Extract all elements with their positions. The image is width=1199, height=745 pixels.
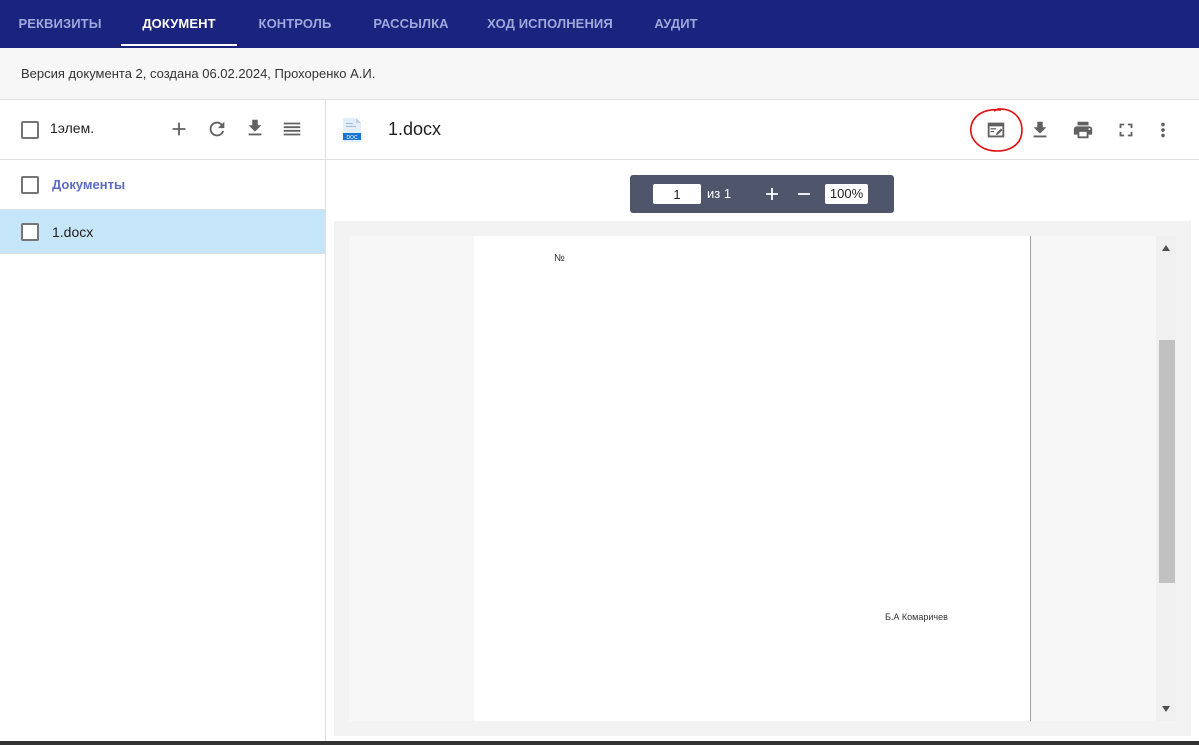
fullscreen-icon: [1119, 123, 1133, 137]
zoom-in-button[interactable]: [761, 183, 783, 205]
file-list-toolbar: 1элем.: [0, 100, 325, 160]
file-list-panel: 1элем. Документы 1.docx: [0, 100, 326, 745]
version-info: Версия документа 2, создана 06.02.2024, …: [21, 66, 376, 81]
add-button[interactable]: [164, 114, 194, 144]
document-frame: № Б.А Комаричев: [334, 221, 1191, 736]
download-icon: [1033, 121, 1047, 138]
group-header[interactable]: Документы: [0, 160, 325, 210]
page-number-input[interactable]: [653, 184, 701, 204]
version-bar: Версия документа 2, создана 06.02.2024, …: [0, 48, 1199, 100]
document-page: № Б.А Комаричев: [474, 236, 1031, 721]
tab-control[interactable]: Контроль: [237, 0, 353, 48]
list-item[interactable]: 1.docx: [0, 210, 325, 254]
top-tab-bar: Реквизиты Документ Контроль Рассылка Ход…: [0, 0, 1199, 48]
page-count-label: из 1: [707, 186, 732, 201]
tab-audit[interactable]: Аудит: [631, 0, 721, 48]
scroll-up-icon: [1162, 245, 1170, 251]
refresh-icon: [209, 121, 225, 137]
list-item-label: 1.docx: [52, 224, 94, 240]
more-options-button[interactable]: [1147, 114, 1179, 146]
select-all-checkbox[interactable]: [21, 121, 39, 139]
minus-icon: [798, 193, 810, 195]
refresh-button[interactable]: [202, 114, 232, 144]
number-sign: №: [554, 253, 565, 264]
list-menu-button[interactable]: [277, 114, 307, 144]
signature-text: Б.А Комаричев: [885, 612, 948, 622]
pdf-toolbar: из 1 100%: [630, 175, 894, 213]
print-button[interactable]: [1067, 114, 1099, 146]
tab-document[interactable]: Документ: [121, 0, 237, 48]
download-all-button[interactable]: [240, 113, 270, 143]
group-label: Документы: [52, 177, 126, 192]
scroll-up-button[interactable]: [1156, 238, 1176, 258]
tab-distribution[interactable]: Рассылка: [353, 0, 469, 48]
item-checkbox[interactable]: [21, 223, 39, 241]
add-icon: [172, 122, 186, 136]
download-button[interactable]: [1024, 114, 1056, 146]
tab-rekvizity[interactable]: Реквизиты: [0, 0, 120, 48]
more-vert-icon: [1161, 122, 1165, 138]
tab-progress[interactable]: Ход исполнения: [469, 0, 631, 48]
fullscreen-button[interactable]: [1110, 114, 1142, 146]
item-count: 1элем.: [50, 120, 95, 136]
scroll-down-icon: [1162, 706, 1170, 712]
zoom-level[interactable]: 100%: [825, 184, 868, 204]
viewer-area: из 1 100% № Б.А Комаричев: [326, 160, 1199, 745]
viewer-header: DOC 1.docx: [326, 100, 1199, 160]
zoom-out-button[interactable]: [793, 183, 815, 205]
menu-icon: [283, 122, 301, 136]
bottom-edge: [0, 741, 1199, 745]
doc-file-icon: DOC: [343, 118, 361, 142]
scroll-down-button[interactable]: [1156, 699, 1176, 719]
document-title: 1.docx: [388, 119, 442, 139]
edit-document-icon: [987, 122, 1005, 138]
document-canvas: № Б.А Комаричев: [349, 236, 1176, 721]
print-icon: [1073, 121, 1093, 139]
doc-file-icon-text: DOC: [346, 135, 358, 141]
vertical-scrollbar[interactable]: [1156, 236, 1176, 721]
scroll-thumb[interactable]: [1159, 340, 1175, 583]
group-checkbox[interactable]: [21, 176, 39, 194]
download-icon: [248, 119, 262, 136]
edit-document-button[interactable]: [980, 114, 1012, 146]
plus-icon: [766, 188, 778, 200]
document-viewer-panel: DOC 1.docx из 1: [326, 100, 1199, 745]
